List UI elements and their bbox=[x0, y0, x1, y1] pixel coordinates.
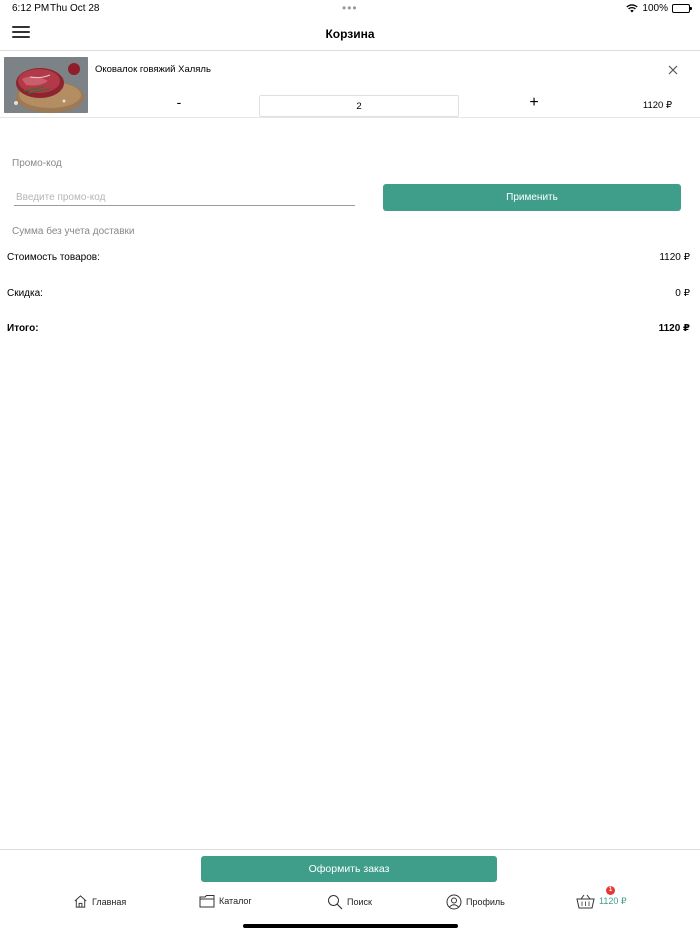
tab-catalog[interactable]: Каталог bbox=[199, 894, 252, 908]
apply-promo-button[interactable]: Применить bbox=[383, 184, 681, 211]
home-indicator[interactable] bbox=[243, 924, 458, 928]
status-right: 100% bbox=[626, 3, 692, 14]
checkout-button[interactable]: Оформить заказ bbox=[201, 856, 497, 882]
tab-bar: Главная Каталог Поиск Профиль 1 1120 ₽ bbox=[0, 886, 700, 920]
summary-note: Сумма без учета доставки bbox=[12, 226, 135, 237]
cart-screen: 6:12 PM Thu Oct 28 ••• 100% Корзина Оков… bbox=[0, 0, 700, 934]
tab-label: Главная bbox=[92, 896, 127, 907]
close-icon[interactable] bbox=[666, 63, 680, 77]
cart-badge: 1 bbox=[606, 886, 615, 895]
tab-cart[interactable]: 1 1120 ₽ bbox=[576, 886, 627, 909]
goods-cost-row: Стоимость товаров: 1120 ₽ bbox=[7, 252, 690, 263]
home-icon bbox=[73, 894, 88, 909]
discount-value: 0 ₽ bbox=[675, 288, 690, 299]
tab-label: Каталог bbox=[219, 896, 252, 906]
wifi-icon bbox=[626, 4, 639, 13]
total-row: Итого: 1120 ₽ bbox=[7, 323, 690, 334]
cart-item: Оковалок говяжий Халяль - + 1120 ₽ bbox=[0, 52, 700, 118]
decrease-quantity-button[interactable]: - bbox=[172, 94, 186, 110]
tab-label: Поиск bbox=[347, 897, 372, 907]
goods-cost-value: 1120 ₽ bbox=[659, 252, 690, 263]
folder-icon bbox=[199, 894, 215, 908]
profile-icon bbox=[446, 894, 462, 910]
promo-code-input[interactable] bbox=[14, 190, 355, 206]
battery-percent: 100% bbox=[642, 3, 668, 14]
multitasking-dots[interactable]: ••• bbox=[342, 1, 358, 15]
product-name[interactable]: Оковалок говяжий Халяль bbox=[95, 64, 211, 75]
product-image[interactable] bbox=[4, 57, 88, 113]
basket-icon: 1 bbox=[576, 886, 615, 909]
divider bbox=[0, 849, 700, 850]
item-price: 1120 ₽ bbox=[642, 100, 672, 111]
promo-label: Промо-код bbox=[12, 158, 62, 169]
navigation-bar: Корзина bbox=[0, 18, 700, 51]
tab-search[interactable]: Поиск bbox=[327, 894, 372, 910]
status-bar: 6:12 PM Thu Oct 28 ••• 100% bbox=[0, 0, 700, 18]
total-label: Итого: bbox=[7, 323, 39, 334]
tab-label: Профиль bbox=[466, 897, 505, 907]
quantity-field[interactable] bbox=[259, 95, 459, 117]
total-value: 1120 ₽ bbox=[658, 323, 690, 334]
search-icon bbox=[327, 894, 343, 910]
tab-home[interactable]: Главная bbox=[73, 894, 126, 909]
page-title: Корзина bbox=[325, 27, 375, 41]
increase-quantity-button[interactable]: + bbox=[527, 94, 541, 112]
goods-cost-label: Стоимость товаров: bbox=[7, 252, 100, 263]
tab-label: 1120 ₽ bbox=[599, 896, 627, 906]
status-date: Thu Oct 28 bbox=[50, 3, 100, 14]
status-time: 6:12 PM bbox=[12, 3, 50, 14]
battery-icon bbox=[672, 4, 692, 13]
discount-row: Скидка: 0 ₽ bbox=[7, 288, 690, 299]
tab-profile[interactable]: Профиль bbox=[446, 894, 505, 910]
discount-label: Скидка: bbox=[7, 288, 43, 299]
